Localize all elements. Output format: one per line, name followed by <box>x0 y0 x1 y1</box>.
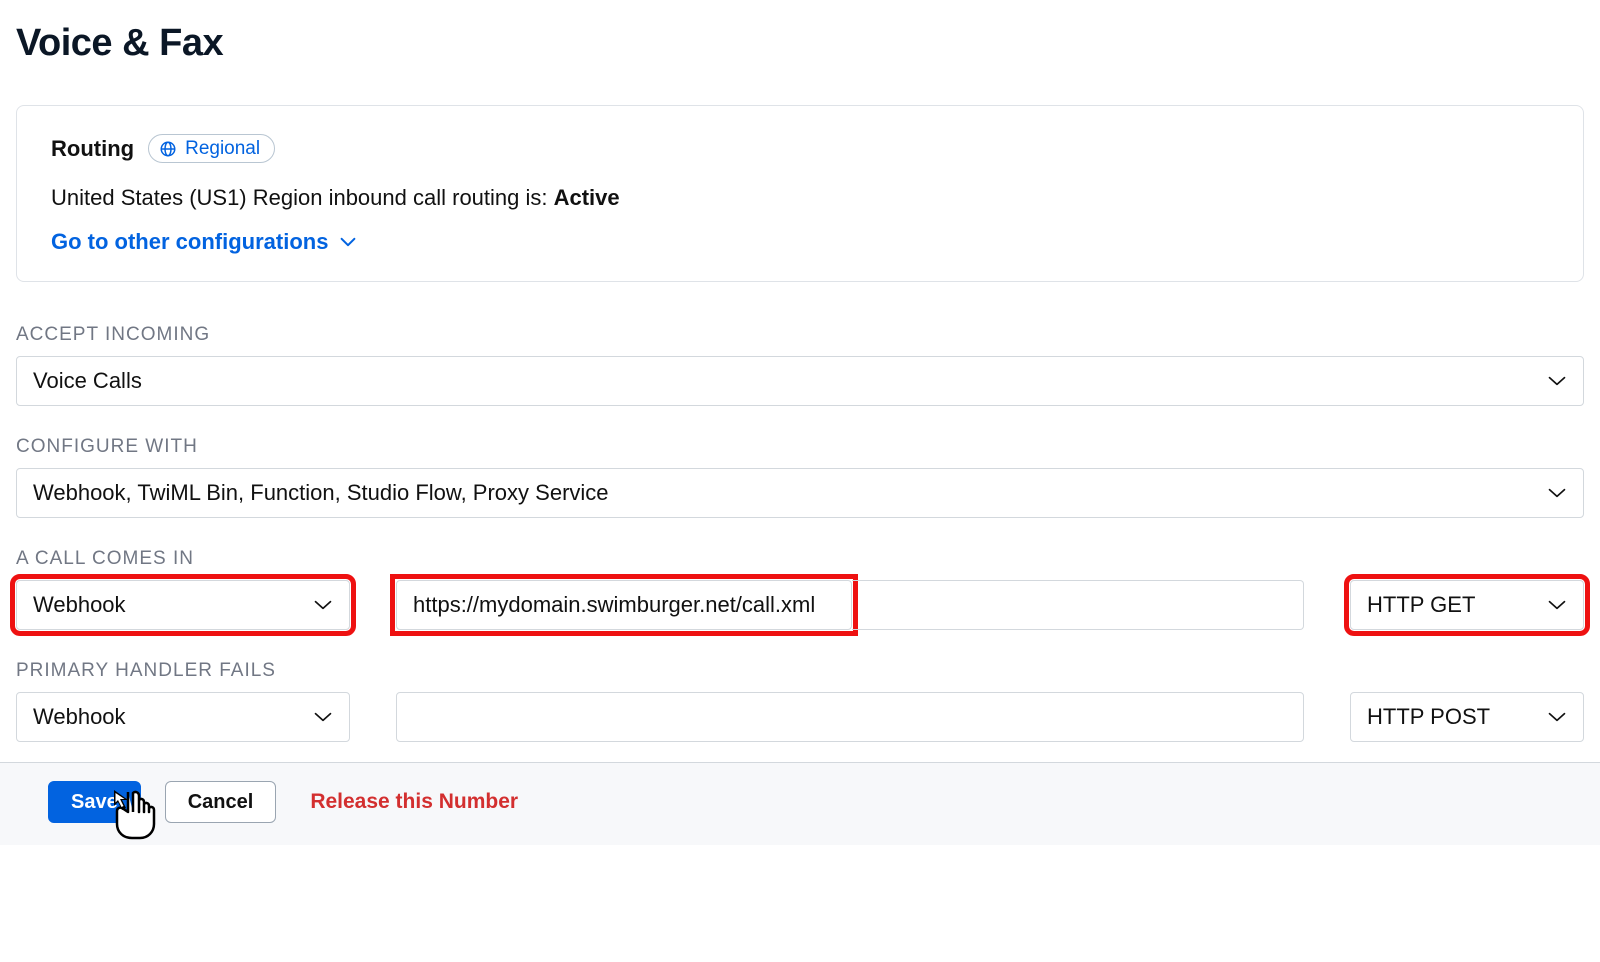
primary-handler-fails-url-input[interactable] <box>396 692 1304 742</box>
other-configurations-link[interactable]: Go to other configurations <box>51 229 356 255</box>
call-comes-in-method-select[interactable]: HTTP GET <box>1350 580 1584 630</box>
configure-with-select[interactable]: Webhook, TwiML Bin, Function, Studio Flo… <box>16 468 1584 518</box>
primary-handler-fails-handler-select[interactable]: Webhook <box>16 692 350 742</box>
routing-status: United States (US1) Region inbound call … <box>51 185 1549 211</box>
call-comes-in-section: A CALL COMES IN Webhook HTTP GET <box>16 548 1584 630</box>
save-button[interactable]: Save <box>48 781 141 823</box>
regional-pill-label: Regional <box>185 139 260 158</box>
chevron-down-icon <box>1547 711 1567 723</box>
routing-title: Routing <box>51 136 134 162</box>
other-configurations-label: Go to other configurations <box>51 229 328 255</box>
chevron-down-icon <box>340 237 356 247</box>
configure-with-label: CONFIGURE WITH <box>16 436 1584 458</box>
accept-incoming-label: ACCEPT INCOMING <box>16 324 1584 346</box>
globe-icon <box>159 140 177 158</box>
call-comes-in-handler-value: Webhook <box>33 592 126 618</box>
chevron-down-icon <box>1547 599 1567 611</box>
primary-handler-fails-method-value: HTTP POST <box>1367 704 1490 730</box>
routing-panel: Routing Regional United States (US1) Reg… <box>16 105 1584 282</box>
call-comes-in-url-input[interactable] <box>396 580 852 630</box>
routing-status-value: Active <box>554 185 620 210</box>
accept-incoming-section: ACCEPT INCOMING Voice Calls <box>16 324 1584 406</box>
accept-incoming-select[interactable]: Voice Calls <box>16 356 1584 406</box>
call-comes-in-method-value: HTTP GET <box>1367 592 1475 618</box>
primary-handler-fails-handler-value: Webhook <box>33 704 126 730</box>
call-comes-in-handler-select[interactable]: Webhook <box>16 580 350 630</box>
chevron-down-icon <box>1547 375 1567 387</box>
cancel-button[interactable]: Cancel <box>165 781 277 823</box>
release-number-link[interactable]: Release this Number <box>310 790 518 814</box>
footer-bar: Save Cancel Release this Number <box>0 762 1600 845</box>
chevron-down-icon <box>313 599 333 611</box>
routing-status-prefix: United States (US1) Region inbound call … <box>51 185 554 210</box>
chevron-down-icon <box>313 711 333 723</box>
primary-handler-fails-method-select[interactable]: HTTP POST <box>1350 692 1584 742</box>
regional-pill[interactable]: Regional <box>148 134 275 163</box>
configure-with-value: Webhook, TwiML Bin, Function, Studio Flo… <box>33 480 609 506</box>
routing-header: Routing Regional <box>51 134 1549 163</box>
configure-with-section: CONFIGURE WITH Webhook, TwiML Bin, Funct… <box>16 436 1584 518</box>
primary-handler-fails-section: PRIMARY HANDLER FAILS Webhook HTTP POST <box>16 660 1584 742</box>
primary-handler-fails-label: PRIMARY HANDLER FAILS <box>16 660 1584 682</box>
page-title: Voice & Fax <box>16 22 1584 65</box>
chevron-down-icon <box>1547 487 1567 499</box>
accept-incoming-value: Voice Calls <box>33 368 142 394</box>
call-comes-in-label: A CALL COMES IN <box>16 548 1584 570</box>
